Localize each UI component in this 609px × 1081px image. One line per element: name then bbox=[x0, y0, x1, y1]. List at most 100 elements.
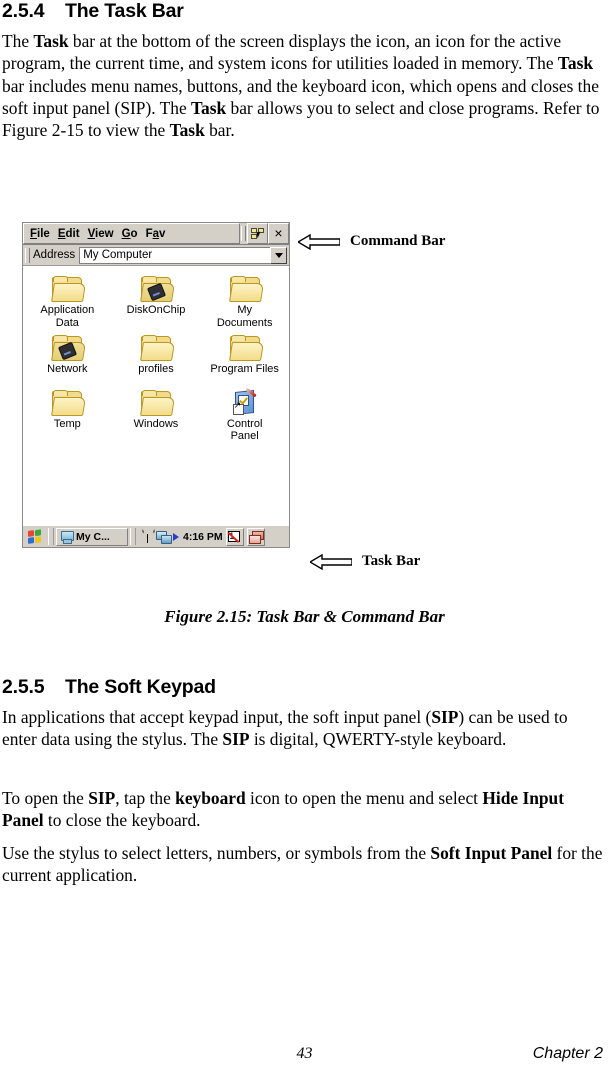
view-icon bbox=[251, 227, 264, 240]
heading-number: 2.5.4 bbox=[2, 0, 45, 22]
section-2-5-5: 2.5.5 The Soft Keypad bbox=[2, 676, 607, 699]
taskbar-divider bbox=[130, 528, 136, 545]
clock[interactable]: 4:16 PM bbox=[183, 531, 223, 543]
icon-label: Application Data bbox=[40, 304, 95, 329]
control-panel-icon bbox=[229, 387, 261, 416]
play-arrow-icon[interactable] bbox=[173, 532, 179, 541]
folder-chip-icon bbox=[139, 276, 175, 302]
callout-label: Command Bar bbox=[350, 233, 446, 249]
network-icon[interactable] bbox=[156, 530, 172, 544]
toolbar-gripper[interactable] bbox=[240, 223, 247, 244]
text-run-bold: Task bbox=[33, 31, 69, 51]
section-2-5-4: 2.5.4 The Task Bar bbox=[2, 0, 607, 23]
menu-item-edit[interactable]: Edit bbox=[57, 225, 87, 243]
close-button[interactable]: × bbox=[268, 223, 289, 244]
text-run: To open the bbox=[2, 788, 89, 808]
device-screenshot: File Edit View Go Fav × Address My Compu… bbox=[22, 222, 290, 548]
figure-2-15: File Edit View Go Fav × Address My Compu… bbox=[0, 222, 609, 626]
address-bar: Address My Computer bbox=[23, 245, 289, 266]
system-tray: 4:16 PM 1 bbox=[138, 527, 288, 546]
menu-bar: File Edit View Go Fav bbox=[23, 223, 240, 244]
folder-icon bbox=[139, 389, 175, 416]
text-run: is digital, QWERTY-style keyboard. bbox=[249, 729, 507, 750]
desktop-item-my-documents[interactable]: My Documents bbox=[200, 272, 289, 329]
desktop-item-windows[interactable]: Windows bbox=[112, 378, 201, 443]
paragraph-task-bar: The Task bar at the bottom of the screen… bbox=[2, 30, 606, 141]
paragraph-text: Use the stylus to select letters, number… bbox=[2, 842, 606, 887]
page-footer: 43 Chapter 2 bbox=[0, 1045, 609, 1069]
callout-label: Task Bar bbox=[362, 553, 421, 569]
desktop-item-diskonchip[interactable]: DiskOnChip bbox=[112, 272, 201, 329]
heading-title: The Soft Keypad bbox=[65, 676, 216, 698]
chevron-down-icon bbox=[274, 252, 283, 258]
start-button[interactable] bbox=[24, 527, 46, 546]
icon-label: Windows bbox=[133, 417, 179, 430]
text-run: to close the keyboard. bbox=[43, 810, 201, 831]
address-input[interactable]: My Computer bbox=[79, 246, 270, 264]
address-value: My Computer bbox=[83, 249, 153, 261]
menu-item-view[interactable]: View bbox=[87, 225, 121, 243]
paragraph-sip-intro: In applications that accept keypad input… bbox=[2, 706, 606, 751]
text-run: icon to open the menu and select bbox=[245, 788, 483, 808]
text-run-bold: keyboard bbox=[175, 788, 246, 808]
figure-caption: Figure 2.15: Task Bar & Command Bar bbox=[164, 607, 445, 626]
icon-label: Control Panel bbox=[226, 417, 263, 443]
desktop-item-program-files[interactable]: Program Files bbox=[200, 331, 289, 376]
icon-label: Network bbox=[47, 363, 88, 375]
icon-label: profiles bbox=[138, 363, 174, 375]
address-dropdown-button[interactable] bbox=[270, 246, 287, 264]
callout-task-bar: Task Bar bbox=[310, 553, 420, 570]
text-run-bold: SIP bbox=[88, 788, 116, 808]
arrow-left-icon bbox=[298, 233, 340, 250]
text-run-bold: SIP bbox=[431, 707, 459, 727]
taskbar-divider bbox=[48, 528, 54, 545]
desktop-item-profiles[interactable]: profiles bbox=[112, 331, 201, 376]
menu-item-file[interactable]: File bbox=[29, 225, 57, 243]
paragraph-sip-use: Use the stylus to select letters, number… bbox=[2, 842, 606, 887]
desktop-item-temp[interactable]: Temp bbox=[23, 378, 112, 443]
task-button-my-computer[interactable]: My C... bbox=[56, 527, 128, 546]
command-bar: File Edit View Go Fav × bbox=[23, 223, 289, 245]
menu-item-go[interactable]: Go bbox=[121, 225, 145, 243]
file-explorer-content: Application Data DiskOnChip My Documents bbox=[23, 266, 289, 525]
text-run: bar. bbox=[204, 120, 235, 141]
antenna-icon[interactable] bbox=[142, 530, 153, 543]
icon-label: DiskOnChip bbox=[126, 304, 186, 316]
text-run-bold: Task bbox=[557, 53, 594, 74]
folder-icon bbox=[51, 276, 87, 302]
folder-icon bbox=[139, 335, 175, 361]
close-icon: × bbox=[274, 224, 283, 241]
paragraph-text: To open the SIP, tap the keyboard icon t… bbox=[2, 787, 582, 832]
address-label: Address bbox=[33, 249, 76, 261]
arrow-left-icon bbox=[310, 553, 352, 570]
folder-chip-icon bbox=[51, 335, 87, 361]
text-run-bold: Task bbox=[191, 97, 227, 118]
windows-flag-icon bbox=[27, 528, 43, 545]
my-computer-icon bbox=[60, 530, 74, 544]
show-desktop-icon bbox=[248, 530, 264, 544]
text-run: , tap the bbox=[115, 788, 176, 808]
menu-item-favorites[interactable]: Fav bbox=[145, 225, 173, 243]
desktop-item-application-data[interactable]: Application Data bbox=[23, 272, 112, 329]
icon-label: My Documents bbox=[216, 304, 273, 329]
address-gripper[interactable] bbox=[24, 247, 31, 263]
folder-icon bbox=[228, 276, 264, 302]
icon-label: Program Files bbox=[210, 363, 279, 375]
icon-label: Temp bbox=[53, 417, 81, 430]
text-run-bold: Soft Input Panel bbox=[430, 843, 553, 863]
task-bar: My C... 4:16 PM 1 bbox=[23, 525, 289, 547]
desktop-item-control-panel[interactable]: Control Panel bbox=[200, 378, 289, 443]
heading-number: 2.5.5 bbox=[2, 676, 45, 698]
text-run: Use the stylus to select letters, number… bbox=[2, 843, 431, 863]
show-desktop-button[interactable] bbox=[246, 527, 265, 546]
view-options-button[interactable] bbox=[247, 223, 268, 244]
paragraph-text: In applications that accept keypad input… bbox=[2, 706, 606, 751]
desktop-item-network[interactable]: Network bbox=[23, 331, 112, 376]
callout-command-bar: Command Bar bbox=[298, 233, 445, 250]
folder-icon bbox=[51, 389, 87, 416]
sip-button[interactable]: 1 bbox=[225, 527, 244, 546]
text-run: bar at the bottom of the screen displays… bbox=[2, 31, 562, 74]
heading-2-5-4: 2.5.4 The Task Bar bbox=[2, 0, 607, 23]
folder-icon bbox=[228, 335, 264, 361]
text-run-bold: Task bbox=[169, 120, 205, 141]
